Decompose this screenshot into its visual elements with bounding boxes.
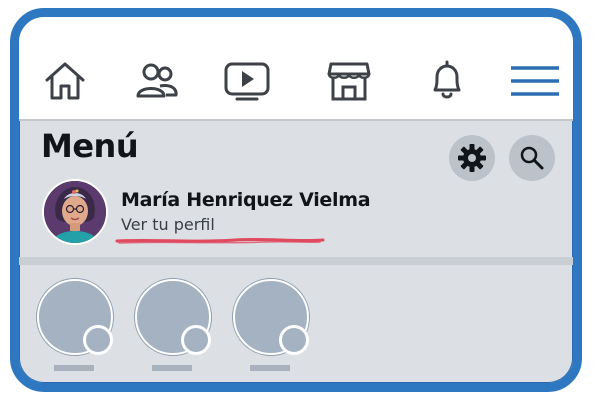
top-navigation-bar	[19, 17, 573, 121]
view-profile-link[interactable]: Ver tu perfil	[121, 215, 215, 234]
shortcut-badge	[279, 325, 309, 355]
friends-icon[interactable]	[131, 55, 183, 107]
shortcut-label-placeholder	[250, 365, 290, 371]
section-divider	[19, 257, 573, 265]
watch-video-icon[interactable]	[221, 55, 273, 107]
search-button[interactable]	[509, 135, 555, 181]
profile-name[interactable]: María Henriquez Vielma	[121, 189, 371, 211]
highlight-underline	[115, 237, 325, 244]
home-icon[interactable]	[39, 55, 91, 107]
shortcut-badge	[83, 325, 113, 355]
settings-button[interactable]	[449, 135, 495, 181]
hamburger-menu-icon[interactable]	[509, 55, 561, 107]
gear-icon	[458, 144, 486, 172]
avatar[interactable]	[42, 179, 108, 245]
shortcut-label-placeholder	[152, 365, 192, 371]
page-title: Menú	[41, 127, 139, 165]
shortcut-badge	[181, 325, 211, 355]
shortcut-placeholder[interactable]	[37, 279, 117, 379]
search-icon	[520, 146, 544, 170]
shortcut-label-placeholder	[54, 365, 94, 371]
marketplace-icon[interactable]	[323, 55, 375, 107]
app-frame: Menú María Henriquez Vielma Ver tu perfi…	[10, 8, 582, 392]
profile-illustration	[44, 181, 106, 243]
shortcut-placeholder[interactable]	[135, 279, 215, 379]
notifications-bell-icon[interactable]	[421, 55, 473, 107]
shortcut-placeholder[interactable]	[233, 279, 313, 379]
